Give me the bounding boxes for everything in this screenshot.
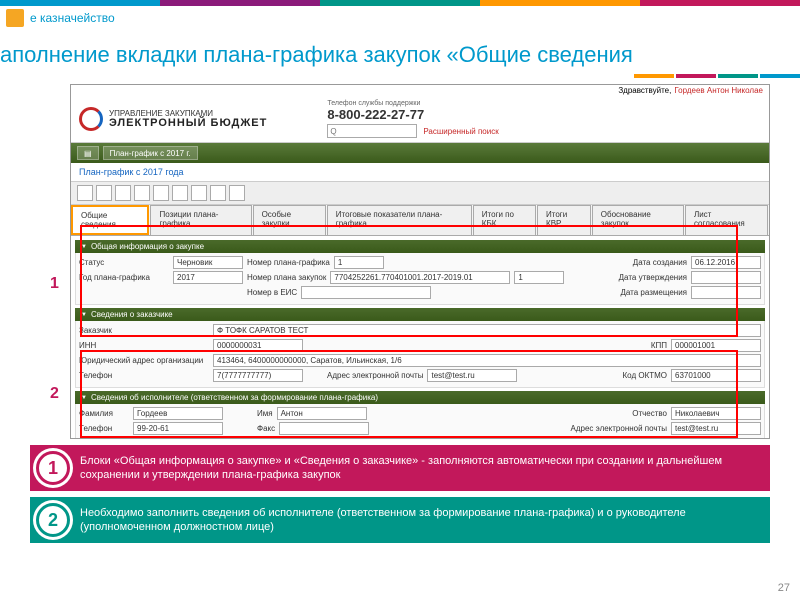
highlight-box-2 bbox=[80, 350, 738, 438]
more-icon[interactable] bbox=[229, 185, 245, 201]
logo-text: УПРАВЛЕНИЕ ЗАКУПКАМИ ЭЛЕКТРОННЫЙ БЮДЖЕТ bbox=[109, 110, 267, 129]
toolbar-tab[interactable]: План-график с 2017 г. bbox=[103, 146, 198, 160]
print-icon[interactable] bbox=[191, 185, 207, 201]
header: е казначейство bbox=[0, 6, 800, 30]
header-text: е казначейство bbox=[30, 11, 115, 25]
search-input[interactable] bbox=[327, 124, 417, 138]
export-icon[interactable] bbox=[210, 185, 226, 201]
info-badge-2: 2 bbox=[36, 503, 70, 537]
main-toolbar: ▤ План-график с 2017 г. bbox=[71, 143, 769, 163]
new-icon[interactable] bbox=[96, 185, 112, 201]
marker-1: 1 bbox=[50, 275, 59, 293]
info-text-2: Необходимо заполнить сведения об исполни… bbox=[80, 506, 764, 535]
delete-icon[interactable] bbox=[134, 185, 150, 201]
send-icon[interactable] bbox=[172, 185, 188, 201]
advanced-search-link[interactable]: Расширенный поиск bbox=[423, 127, 498, 136]
page-number: 27 bbox=[778, 582, 790, 594]
info-text-1: Блоки «Общая информация о закупке» и «Св… bbox=[80, 454, 764, 483]
top-accent-bar bbox=[0, 0, 800, 6]
edit-icon[interactable] bbox=[115, 185, 131, 201]
info-block-1: 1 Блоки «Общая информация о закупке» и «… bbox=[30, 445, 770, 491]
toolbar-menu-button[interactable]: ▤ bbox=[77, 146, 99, 160]
emblem-icon bbox=[6, 9, 24, 27]
info-block-2: 2 Необходимо заполнить сведения об испол… bbox=[30, 497, 770, 543]
info-badge-1: 1 bbox=[36, 451, 70, 485]
breadcrumb: План-график с 2017 года bbox=[71, 163, 769, 182]
refresh-icon[interactable] bbox=[77, 185, 93, 201]
slide-title: аполнение вкладки плана-графика закупок … bbox=[0, 30, 800, 74]
user-name: Гордеев Антон Николае bbox=[674, 86, 763, 95]
app-header: УПРАВЛЕНИЕ ЗАКУПКАМИ ЭЛЕКТРОННЫЙ БЮДЖЕТ … bbox=[71, 96, 769, 143]
marker-2: 2 bbox=[50, 385, 59, 403]
logo-icon bbox=[79, 107, 103, 131]
accent-bar bbox=[0, 74, 800, 78]
phone-block: Телефон службы поддержки 8-800-222-27-77… bbox=[327, 100, 498, 138]
save-icon[interactable] bbox=[153, 185, 169, 201]
greeting: Здравствуйте, Гордеев Антон Николае bbox=[71, 85, 769, 96]
action-toolbar bbox=[71, 182, 769, 205]
highlight-box-1 bbox=[80, 225, 738, 337]
